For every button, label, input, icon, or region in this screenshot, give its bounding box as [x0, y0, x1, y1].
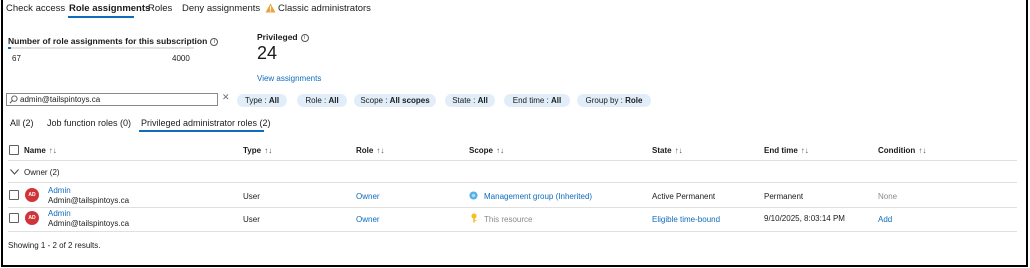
pagination-summary: Showing 1 - 2 of 2 results.	[8, 241, 101, 250]
avatar: AD	[25, 211, 39, 225]
filter-scope-value: All scopes	[389, 96, 430, 105]
tab-classic-administrators[interactable]: Classic administrators	[278, 3, 371, 14]
filter-state-key: State :	[452, 96, 478, 105]
column-header-condition-label: Condition	[878, 146, 916, 155]
add-condition-link[interactable]: Add	[878, 215, 892, 224]
role-link[interactable]: Owner	[356, 192, 380, 201]
tab-check-access[interactable]: Check access	[6, 3, 65, 14]
subtab-privileged-admin[interactable]: Privileged administrator roles (2)	[141, 118, 271, 128]
filter-group-by[interactable]: Group by : Role	[577, 94, 651, 107]
filter-state[interactable]: State : All	[445, 94, 495, 107]
filter-end-time-key: End time :	[512, 96, 551, 105]
column-header-end-time[interactable]: End time ↑↓	[764, 146, 809, 155]
filter-type-key: Type :	[244, 96, 269, 105]
view-assignments-link[interactable]: View assignments	[257, 74, 321, 83]
tab-role-assignments[interactable]: Role assignments	[69, 3, 150, 14]
role-count-label: Number of role assignments for this subs…	[8, 36, 219, 46]
cell-condition: None	[878, 192, 898, 201]
principal-email: Admin@tailspintoys.ca	[48, 219, 130, 228]
divider	[8, 207, 1017, 208]
filter-scope[interactable]: Scope : All scopes	[354, 94, 436, 107]
filter-type[interactable]: Type : All	[237, 94, 287, 107]
filter-role-value: All	[328, 96, 339, 105]
sort-icon: ↑↓	[264, 146, 273, 155]
column-header-state-label: State	[652, 146, 672, 155]
search-icon	[9, 95, 18, 104]
avatar: AD	[25, 188, 39, 202]
column-header-state[interactable]: State ↑↓	[652, 146, 683, 155]
filter-group-by-value: Role	[625, 96, 643, 105]
filter-group-by-key: Group by :	[585, 96, 626, 105]
column-header-scope[interactable]: Scope ↑↓	[469, 146, 504, 155]
group-header-owner[interactable]: Owner (2)	[24, 168, 60, 177]
search-input[interactable]	[20, 94, 216, 105]
row-checkbox[interactable]	[9, 190, 19, 200]
privileged-count: 24	[257, 43, 278, 63]
search-box[interactable]	[6, 93, 218, 106]
cell-type: User	[243, 215, 260, 224]
info-icon[interactable]: i	[210, 38, 219, 46]
filter-role[interactable]: Role : All	[297, 94, 347, 107]
principal-name-link[interactable]: Admin	[48, 186, 71, 195]
role-count-label-text: Number of role assignments for this subs…	[8, 36, 208, 46]
state-link[interactable]: Eligible time-bound	[652, 215, 720, 224]
role-link[interactable]: Owner	[356, 215, 380, 224]
column-header-role-label: Role	[356, 146, 374, 155]
divider	[8, 182, 1017, 183]
cell-end-time: 9/10/2025, 8:03:14 PM	[764, 214, 845, 223]
principal-email: Admin@tailspintoys.ca	[48, 196, 130, 205]
role-count-progress-fill	[8, 47, 12, 49]
column-header-end-time-label: End time	[764, 146, 798, 155]
filter-end-time[interactable]: End time : All	[504, 94, 570, 107]
column-header-role[interactable]: Role ↑↓	[356, 146, 384, 155]
divider	[8, 160, 1017, 161]
divider	[8, 231, 1017, 232]
column-header-condition[interactable]: Condition ↑↓	[878, 146, 926, 155]
active-tab-indicator	[68, 16, 134, 18]
filter-state-value: All	[477, 96, 488, 105]
sort-icon: ↑↓	[674, 146, 683, 155]
principal-name-link[interactable]: Admin	[48, 209, 71, 218]
tab-roles[interactable]: Roles	[148, 3, 172, 14]
sort-icon: ↑↓	[800, 146, 809, 155]
filter-end-time-value: All	[551, 96, 562, 105]
key-icon	[471, 213, 477, 223]
cell-state: Active Permanent	[652, 192, 716, 201]
sort-icon: ↑↓	[48, 146, 57, 155]
subtab-job-function[interactable]: Job function roles (0)	[47, 118, 131, 128]
column-header-type[interactable]: Type ↑↓	[243, 146, 272, 155]
column-header-name-label: Name	[24, 146, 46, 155]
column-header-type-label: Type	[243, 146, 262, 155]
filter-type-value: All	[268, 96, 280, 105]
management-group-icon	[469, 191, 478, 200]
warning-icon	[265, 3, 276, 13]
role-count-current: 67	[12, 54, 21, 63]
sort-icon: ↑↓	[376, 146, 385, 155]
role-count-progress	[8, 47, 194, 49]
filter-scope-key: Scope :	[360, 96, 390, 105]
select-all-checkbox[interactable]	[9, 145, 19, 155]
column-header-name[interactable]: Name ↑↓	[24, 146, 57, 155]
tab-deny-assignments[interactable]: Deny assignments	[182, 3, 260, 14]
clear-search-icon[interactable]: ✕	[222, 92, 230, 103]
cell-scope: This resource	[484, 215, 533, 224]
active-subtab-indicator	[139, 130, 264, 132]
sort-icon: ↑↓	[496, 146, 505, 155]
scope-link[interactable]: Management group (Inherited)	[484, 192, 592, 201]
chevron-down-icon[interactable]	[10, 169, 19, 175]
cell-type: User	[243, 192, 260, 201]
column-header-scope-label: Scope	[469, 146, 494, 155]
subtab-all[interactable]: All (2)	[10, 118, 34, 128]
sort-icon: ↑↓	[918, 146, 927, 155]
row-checkbox[interactable]	[9, 213, 19, 223]
role-count-max: 4000	[172, 54, 190, 63]
cell-end-time: Permanent	[764, 192, 804, 201]
info-icon[interactable]: i	[300, 34, 309, 42]
privileged-label-text: Privileged	[257, 32, 298, 42]
privileged-label: Privileged i	[257, 32, 309, 42]
filter-role-key: Role :	[305, 96, 329, 105]
